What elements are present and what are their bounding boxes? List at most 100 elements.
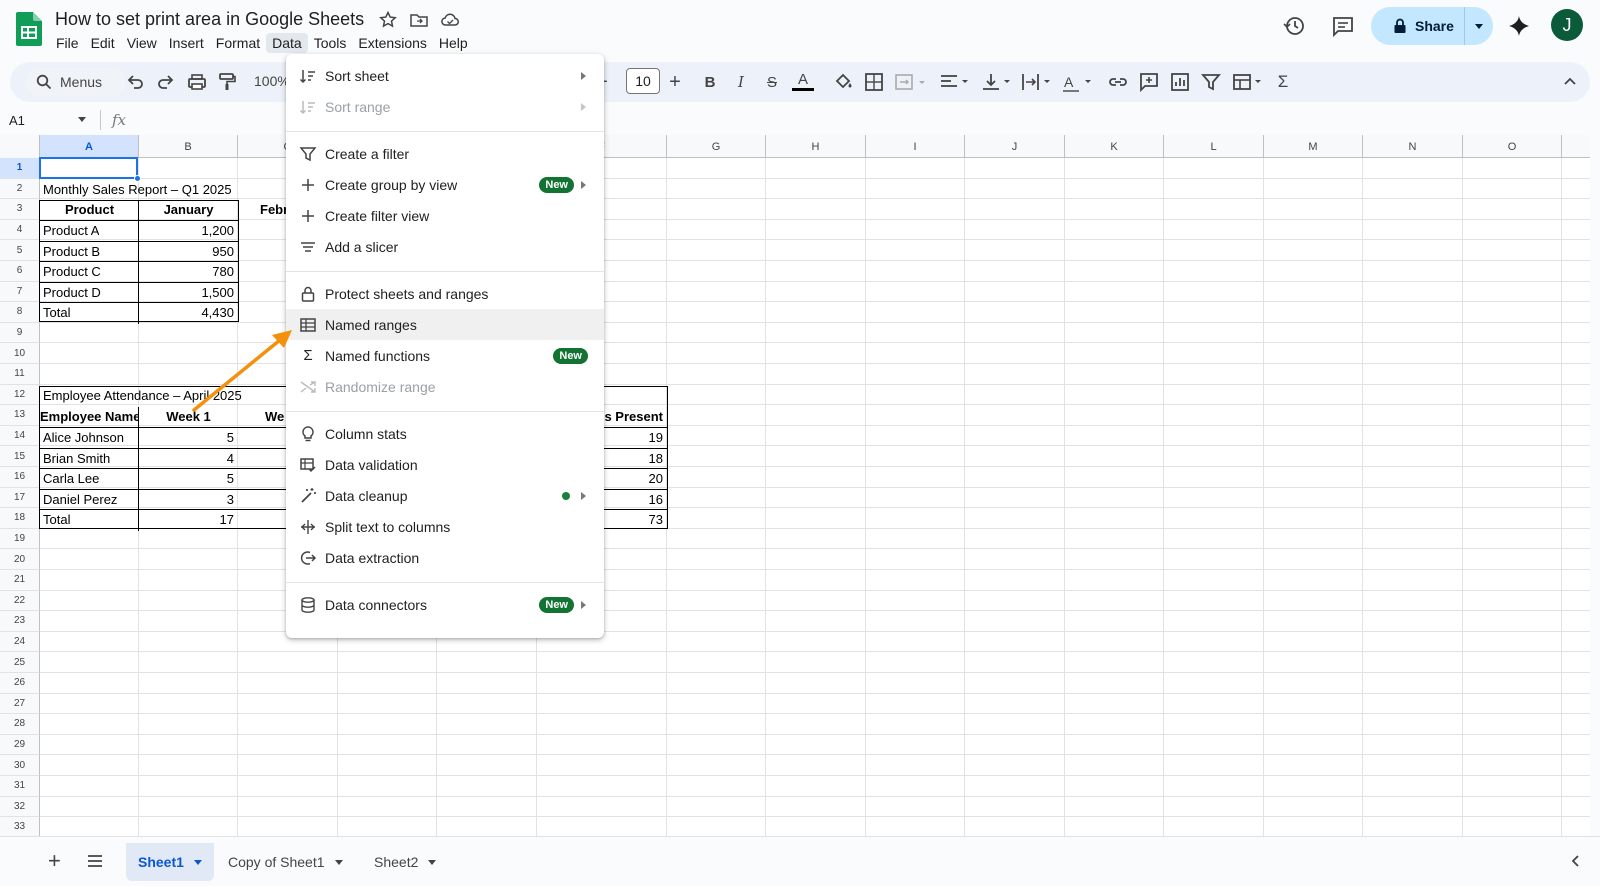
sales-cell-name[interactable]: Product B bbox=[43, 242, 100, 262]
menu-item-protect-sheets[interactable]: Protect sheets and ranges bbox=[286, 278, 604, 309]
menu-item-data-cleanup[interactable]: Data cleanup bbox=[286, 480, 604, 511]
menu-item-data-extraction[interactable]: Data extraction bbox=[286, 542, 604, 573]
all-sheets-menu-icon[interactable] bbox=[86, 853, 104, 869]
row-header[interactable]: 31 bbox=[0, 776, 40, 797]
menu-item-sort-range[interactable]: Sort range bbox=[286, 91, 604, 122]
sales-header-product[interactable]: Product bbox=[40, 200, 139, 220]
column-header-b[interactable]: B bbox=[139, 135, 238, 158]
chevron-down-icon[interactable] bbox=[193, 859, 202, 865]
attendance-cell-name[interactable]: Total bbox=[43, 510, 70, 530]
row-header[interactable]: 26 bbox=[0, 673, 40, 694]
menu-insert[interactable]: Insert bbox=[163, 33, 210, 53]
menu-item-named-ranges[interactable]: Named ranges bbox=[286, 309, 604, 340]
sales-cell-value[interactable]: 1,200 bbox=[139, 221, 238, 241]
column-header-j[interactable]: J bbox=[965, 135, 1065, 158]
filter-icon[interactable] bbox=[1200, 71, 1222, 93]
row-header[interactable]: 22 bbox=[0, 590, 40, 612]
version-history-icon[interactable] bbox=[1282, 14, 1306, 38]
increase-font-size-icon[interactable]: + bbox=[664, 71, 686, 93]
sales-cell-name[interactable]: Product C bbox=[43, 262, 101, 282]
column-header-i[interactable]: I bbox=[866, 135, 965, 158]
share-button[interactable]: Share bbox=[1371, 7, 1493, 45]
row-header[interactable]: 5 bbox=[0, 240, 40, 261]
row-header[interactable]: 2 bbox=[0, 178, 40, 200]
borders-icon[interactable] bbox=[863, 71, 885, 93]
row-header[interactable]: 1 bbox=[0, 158, 40, 179]
cloud-status-icon[interactable] bbox=[440, 10, 460, 30]
row-header[interactable]: 19 bbox=[0, 528, 40, 550]
menu-item-randomize-range[interactable]: Randomize range bbox=[286, 371, 604, 402]
row-header[interactable]: 32 bbox=[0, 796, 40, 818]
row-header[interactable]: 29 bbox=[0, 734, 40, 756]
menu-item-create-filter-view[interactable]: Create filter view bbox=[286, 200, 604, 231]
row-header[interactable]: 13 bbox=[0, 405, 40, 426]
menus-search[interactable]: Menus bbox=[26, 68, 126, 96]
attendance-header-name[interactable]: Employee Name bbox=[40, 407, 139, 427]
sales-title[interactable]: Monthly Sales Report – Q1 2025 bbox=[43, 180, 232, 200]
menu-extensions[interactable]: Extensions bbox=[352, 33, 432, 53]
menu-item-add-slicer[interactable]: Add a slicer bbox=[286, 231, 604, 262]
select-all-corner[interactable] bbox=[0, 135, 40, 158]
menu-item-named-functions[interactable]: Σ Named functions New bbox=[286, 340, 604, 371]
insert-chart-icon[interactable] bbox=[1169, 71, 1191, 93]
attendance-cell-value[interactable]: 3 bbox=[139, 490, 238, 510]
sales-cell-name[interactable]: Total bbox=[43, 303, 70, 323]
sheets-logo-icon[interactable] bbox=[16, 12, 42, 46]
menu-file[interactable]: File bbox=[50, 33, 85, 53]
attendance-cell-name[interactable]: Carla Lee bbox=[43, 469, 99, 489]
vertical-align-icon[interactable] bbox=[980, 71, 1014, 93]
menu-data[interactable]: Data bbox=[266, 33, 308, 53]
menu-item-split-text[interactable]: Split text to columns bbox=[286, 511, 604, 542]
attendance-cell-name[interactable]: Brian Smith bbox=[43, 449, 110, 469]
chevron-left-icon[interactable] bbox=[1568, 853, 1582, 869]
attendance-cell-value[interactable]: 17 bbox=[139, 510, 238, 530]
text-rotation-icon[interactable]: A bbox=[1061, 71, 1095, 93]
horizontal-align-icon[interactable] bbox=[938, 71, 972, 93]
redo-icon[interactable] bbox=[155, 71, 177, 93]
row-header[interactable]: 12 bbox=[0, 384, 40, 406]
attendance-cell-name[interactable]: Daniel Perez bbox=[43, 490, 117, 510]
row-header[interactable]: 33 bbox=[0, 817, 40, 837]
sheet-tab-sheet2[interactable]: Sheet2 bbox=[362, 843, 448, 881]
chevron-down-icon[interactable] bbox=[334, 859, 343, 865]
menu-tools[interactable]: Tools bbox=[308, 33, 353, 53]
row-header[interactable]: 21 bbox=[0, 570, 40, 591]
menu-item-data-connectors[interactable]: Data connectors New bbox=[286, 589, 604, 620]
menu-item-create-group-by-view[interactable]: Create group by view New bbox=[286, 169, 604, 200]
row-header[interactable]: 20 bbox=[0, 549, 40, 570]
row-header[interactable]: 28 bbox=[0, 714, 40, 735]
collapse-toolbar-icon[interactable] bbox=[1559, 71, 1581, 93]
functions-sigma-icon[interactable]: Σ bbox=[1272, 71, 1294, 93]
undo-icon[interactable] bbox=[124, 71, 146, 93]
insert-comment-icon[interactable] bbox=[1138, 71, 1160, 93]
sales-cell-name[interactable]: Product A bbox=[43, 221, 99, 241]
row-header[interactable]: 27 bbox=[0, 693, 40, 715]
gemini-sparkle-icon[interactable] bbox=[1508, 15, 1530, 37]
attendance-cell-value[interactable]: 5 bbox=[139, 469, 238, 489]
zoom-select[interactable]: 100% bbox=[254, 73, 290, 89]
row-header[interactable]: 9 bbox=[0, 322, 40, 344]
row-header[interactable]: 3 bbox=[0, 199, 40, 220]
row-header[interactable]: 6 bbox=[0, 261, 40, 282]
row-header[interactable]: 7 bbox=[0, 281, 40, 303]
column-header-l[interactable]: L bbox=[1164, 135, 1264, 158]
sales-cell-value[interactable]: 780 bbox=[139, 262, 238, 282]
bold-icon[interactable]: B bbox=[699, 71, 721, 93]
paint-format-icon[interactable] bbox=[216, 71, 238, 93]
row-header[interactable]: 8 bbox=[0, 302, 40, 323]
row-header[interactable]: 23 bbox=[0, 611, 40, 632]
row-header[interactable]: 11 bbox=[0, 364, 40, 385]
column-header-o[interactable]: O bbox=[1463, 135, 1562, 158]
row-header[interactable]: 4 bbox=[0, 219, 40, 241]
column-header-n[interactable]: N bbox=[1363, 135, 1463, 158]
star-icon[interactable] bbox=[378, 10, 398, 30]
row-header[interactable]: 15 bbox=[0, 446, 40, 467]
strikethrough-icon[interactable]: S bbox=[761, 71, 783, 93]
fill-handle[interactable] bbox=[134, 175, 141, 182]
menu-help[interactable]: Help bbox=[433, 33, 474, 53]
row-header[interactable]: 24 bbox=[0, 631, 40, 653]
sales-header-january[interactable]: January bbox=[139, 200, 238, 220]
attendance-cell-name[interactable]: Alice Johnson bbox=[43, 428, 124, 448]
attendance-cell-value[interactable]: 4 bbox=[139, 449, 238, 469]
row-header[interactable]: 16 bbox=[0, 467, 40, 488]
